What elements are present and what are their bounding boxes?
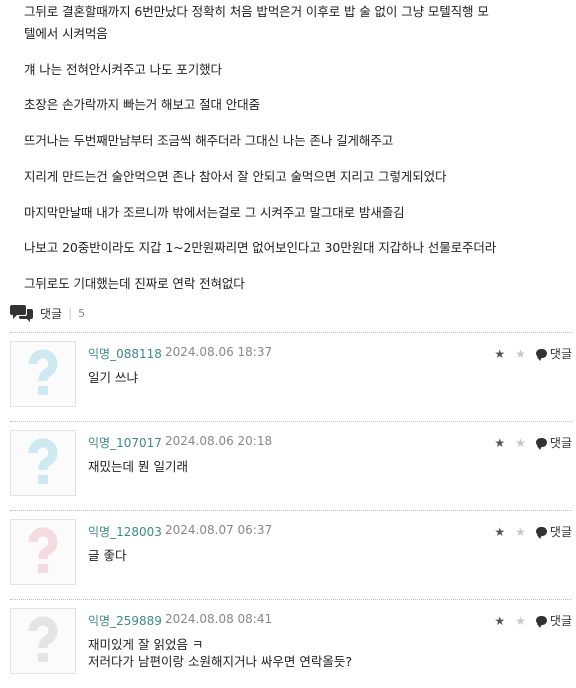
star-empty-icon[interactable]: ★ xyxy=(515,347,526,361)
comment-actions: ★ ★ 댓글 xyxy=(494,612,572,629)
question-mark-icon xyxy=(28,438,58,484)
reply-button[interactable]: 댓글 xyxy=(535,612,572,629)
question-mark-icon xyxy=(28,527,58,573)
comment-text: 일기 쓰냐 xyxy=(88,369,138,386)
comment-text-line: 저러다가 남편이랑 소원해지거나 싸우면 연락올듯? xyxy=(88,654,353,669)
avatar xyxy=(10,341,76,407)
divider xyxy=(10,599,572,600)
comment-bar-label: 댓글 xyxy=(40,306,63,321)
comment-author[interactable]: 익명_107017 xyxy=(88,434,162,451)
post-line: 그뒤로도 기대했는데 진짜로 연락 전혀없다 xyxy=(24,276,245,291)
star-empty-icon[interactable]: ★ xyxy=(515,436,526,450)
reply-label: 댓글 xyxy=(549,614,572,628)
avatar xyxy=(10,608,76,674)
comment-text: 재미있게 잘 읽었음 ㅋ 저러다가 남편이랑 소원해지거나 싸우면 연락올듯? xyxy=(88,636,352,670)
comment-date: 2024.08.07 06:37 xyxy=(165,523,273,537)
post-line: 마지막만날때 내가 조르니까 밖에서는걸로 그 시켜주고 말그대로 밤새즐김 xyxy=(24,205,405,220)
comment-author[interactable]: 익명_088118 xyxy=(88,345,162,362)
post-line: 걔 나는 전혀안시켜주고 나도 포기했다 xyxy=(24,62,222,77)
comment-date: 2024.08.08 08:41 xyxy=(165,612,273,626)
divider: | xyxy=(68,306,73,320)
post-line: 나보고 20중반이라도 지갑 1~2만원짜리면 없어보인다고 30만원대 지갑하… xyxy=(24,240,497,255)
star-empty-icon[interactable]: ★ xyxy=(515,614,526,628)
star-filled-icon[interactable]: ★ xyxy=(494,614,505,628)
star-filled-icon[interactable]: ★ xyxy=(494,525,505,539)
comment-text-line: 글 좋다 xyxy=(88,548,127,563)
avatar xyxy=(10,519,76,585)
comment-author[interactable]: 익명_128003 xyxy=(88,523,162,540)
comment-text-line: 재미있게 잘 읽었음 ㅋ xyxy=(88,637,204,652)
star-filled-icon[interactable]: ★ xyxy=(494,347,505,361)
question-mark-icon xyxy=(28,349,58,395)
comment-item: 익명_107017 2024.08.06 20:18 ★ ★ 댓글 재밌는데 뭔… xyxy=(10,430,572,510)
divider xyxy=(10,510,572,511)
post-line: 지리게 만드는건 술안먹으면 존나 참아서 잘 안되고 술먹으면 지리고 그렇게… xyxy=(24,169,447,184)
comment-text-line: 재밌는데 뭔 일기래 xyxy=(88,459,188,474)
speech-bubbles-icon xyxy=(10,304,34,322)
post-line: 그뒤로 결혼할때까지 6번만났다 정확히 처음 밥먹은거 이후로 밥 술 없이 … xyxy=(24,4,489,19)
star-empty-icon[interactable]: ★ xyxy=(515,525,526,539)
speech-bubble-icon xyxy=(535,349,547,361)
post-line: 텔에서 시켜먹음 xyxy=(24,26,108,41)
comment-text: 재밌는데 뭔 일기래 xyxy=(88,458,188,475)
comment-date: 2024.08.06 20:18 xyxy=(165,434,273,448)
reply-label: 댓글 xyxy=(549,525,572,539)
speech-bubble-icon xyxy=(535,616,547,628)
comment-text-line: 일기 쓰냐 xyxy=(88,370,138,385)
post-line: 초장은 손가락까지 빠는거 해보고 절대 안대줌 xyxy=(24,97,260,112)
star-filled-icon[interactable]: ★ xyxy=(494,436,505,450)
speech-bubble-icon xyxy=(535,527,547,539)
reply-button[interactable]: 댓글 xyxy=(535,523,572,540)
comment-actions: ★ ★ 댓글 xyxy=(494,434,572,451)
comment-item: 익명_088118 2024.08.06 18:37 ★ ★ 댓글 일기 쓰냐 xyxy=(10,341,572,421)
comment-author[interactable]: 익명_259889 xyxy=(88,612,162,629)
comment-text: 글 좋다 xyxy=(88,547,126,564)
reply-button[interactable]: 댓글 xyxy=(535,434,572,451)
reply-button[interactable]: 댓글 xyxy=(535,345,572,362)
divider xyxy=(10,332,572,333)
comment-item: 익명_259889 2024.08.08 08:41 ★ ★ 댓글 재미있게 잘… xyxy=(10,608,572,688)
question-mark-icon xyxy=(28,616,58,662)
avatar xyxy=(10,430,76,496)
reply-label: 댓글 xyxy=(549,436,572,450)
speech-bubble-icon xyxy=(535,438,547,450)
comment-count-bar[interactable]: 댓글 | 5 xyxy=(10,302,85,324)
comment-item: 익명_128003 2024.08.07 06:37 ★ ★ 댓글 글 좋다 xyxy=(10,519,572,599)
comment-actions: ★ ★ 댓글 xyxy=(494,523,572,540)
comment-count: 5 xyxy=(78,306,86,320)
reply-label: 댓글 xyxy=(549,347,572,361)
post-line: 뜨거나는 두번째만남부터 조금씩 해주더라 그대신 나는 존나 길게해주고 xyxy=(24,133,394,148)
divider xyxy=(10,421,572,422)
comment-actions: ★ ★ 댓글 xyxy=(494,345,572,362)
comment-date: 2024.08.06 18:37 xyxy=(165,345,273,359)
